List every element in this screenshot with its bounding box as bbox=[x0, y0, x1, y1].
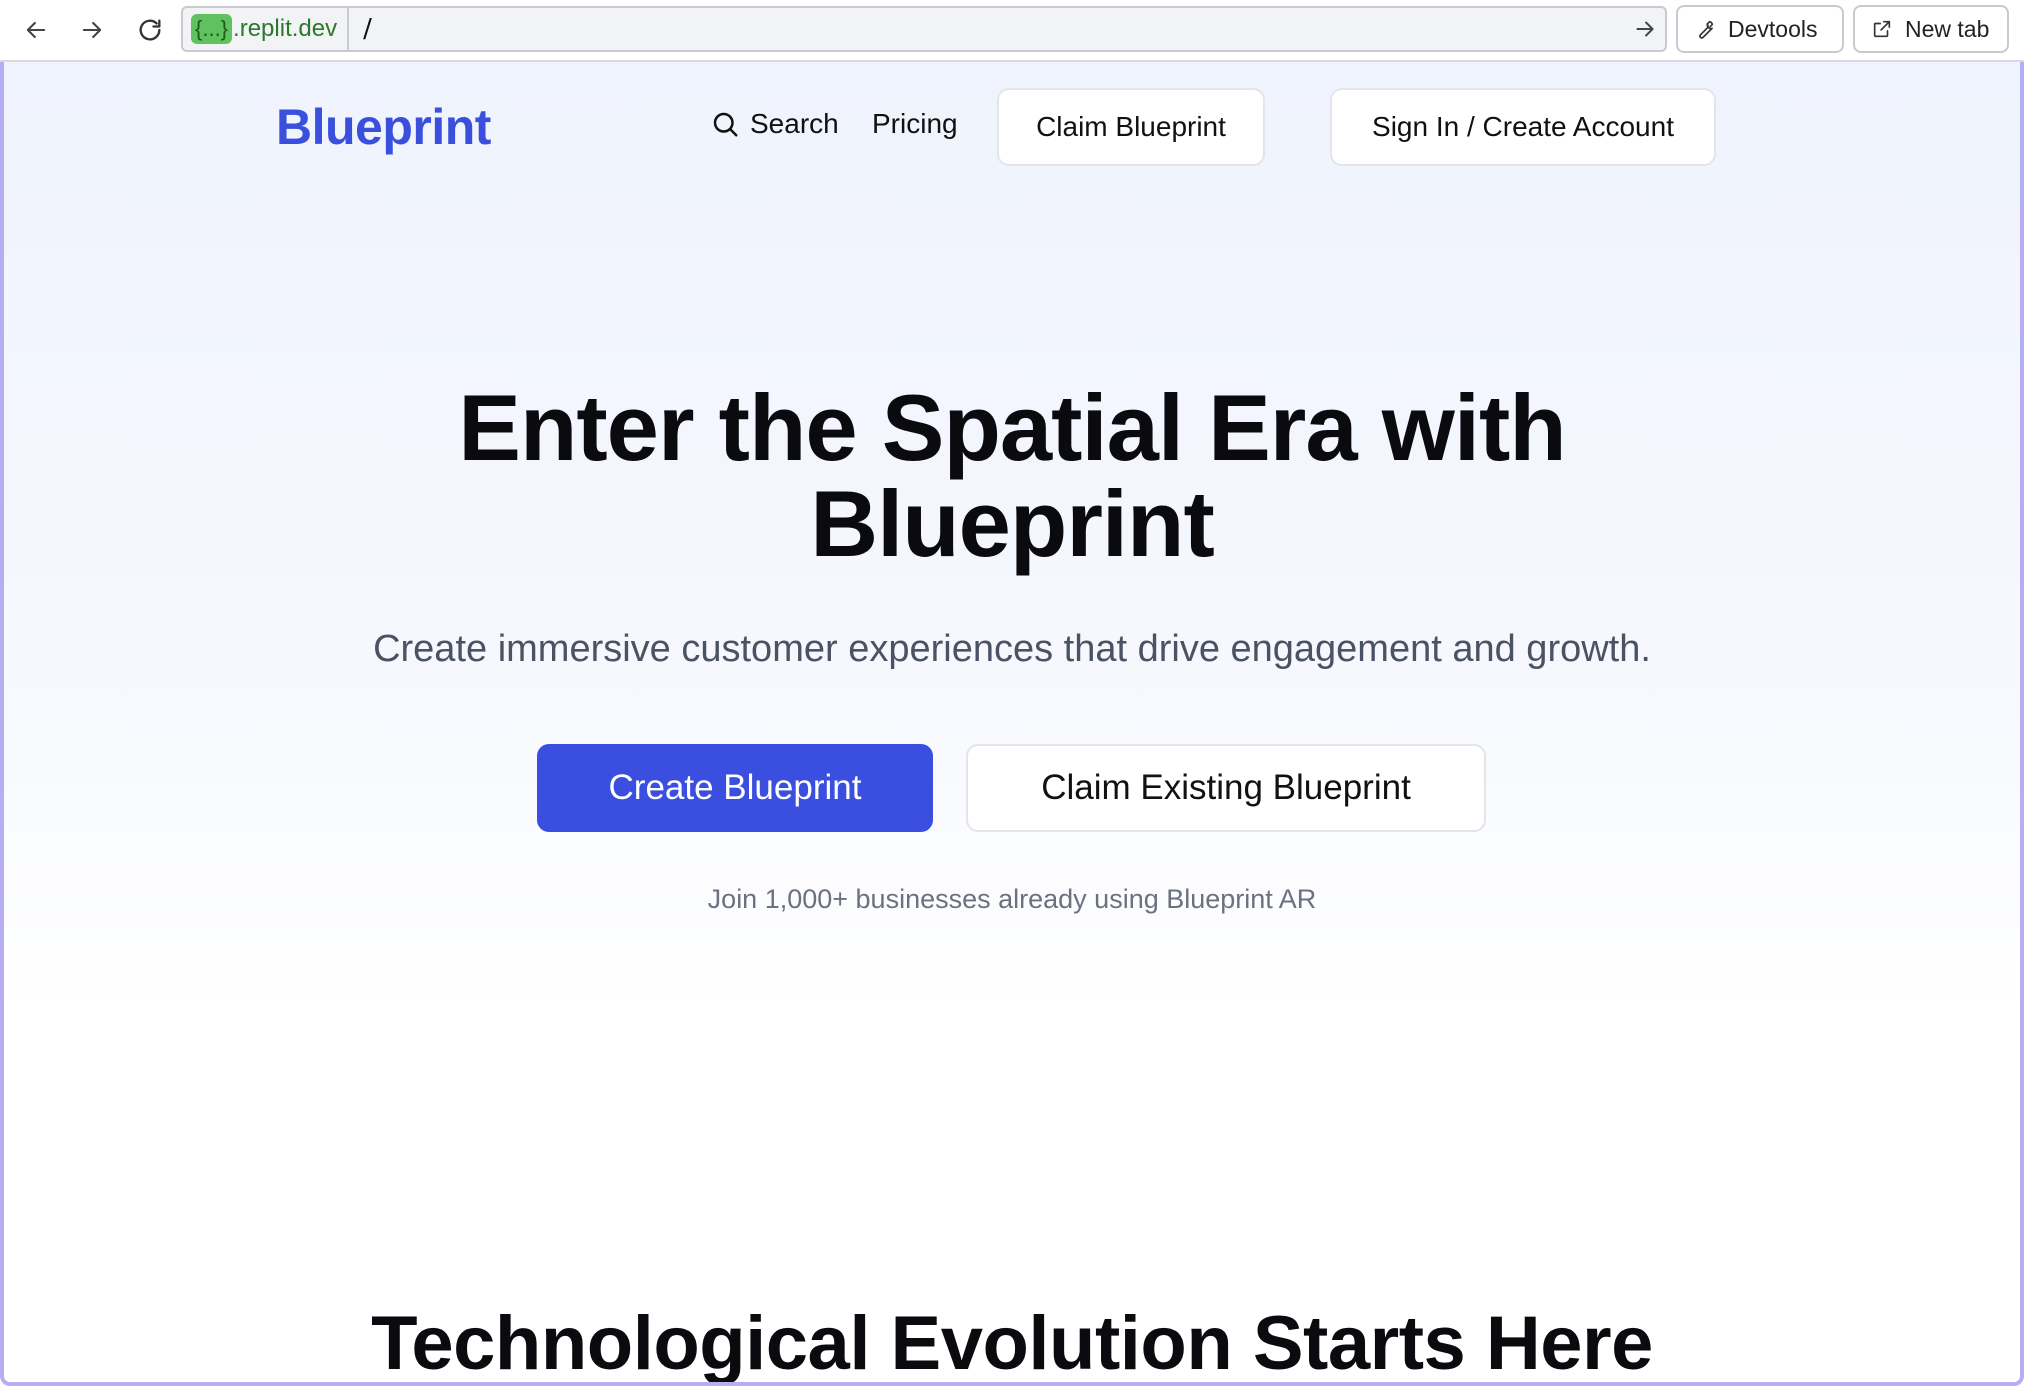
forward-arrow-icon bbox=[82, 21, 102, 39]
claim-blueprint-label: Claim Blueprint bbox=[1036, 111, 1226, 142]
url-path-input[interactable]: / bbox=[349, 14, 1625, 44]
search-icon bbox=[713, 112, 738, 137]
external-link-icon bbox=[1873, 20, 1891, 38]
claim-existing-blueprint-button[interactable]: Claim Existing Blueprint bbox=[966, 744, 1486, 832]
reload-button[interactable] bbox=[130, 10, 170, 50]
url-host: {...} .replit.dev bbox=[183, 8, 350, 50]
nav-pricing[interactable]: Pricing bbox=[872, 108, 958, 140]
new-tab-label: New tab bbox=[1905, 15, 1990, 42]
hero-title-line-2: Blueprint bbox=[810, 471, 1215, 576]
hero-subtitle: Create immersive customer experiences th… bbox=[373, 628, 1651, 670]
back-arrow-icon bbox=[26, 21, 46, 39]
browser-toolbar: {...} .replit.dev / Devtools New tab bbox=[0, 0, 2024, 62]
nav-search[interactable]: Search bbox=[710, 108, 839, 140]
logo[interactable]: Blueprint bbox=[276, 98, 491, 156]
url-host-pill: {...} bbox=[191, 14, 233, 44]
claim-existing-label: Claim Existing Blueprint bbox=[1041, 768, 1411, 807]
wrench-icon bbox=[1699, 20, 1714, 39]
devtools-label: Devtools bbox=[1728, 15, 1818, 42]
forward-button[interactable] bbox=[72, 10, 112, 50]
create-blueprint-label: Create Blueprint bbox=[608, 768, 862, 807]
social-proof-text: Join 1,000+ businesses already using Blu… bbox=[707, 884, 1317, 914]
devtools-button[interactable]: Devtools bbox=[1676, 5, 1844, 53]
nav-pricing-label: Pricing bbox=[872, 108, 958, 139]
sign-in-button[interactable]: Sign In / Create Account bbox=[1330, 88, 1716, 166]
back-button[interactable] bbox=[16, 10, 56, 50]
new-tab-button[interactable]: New tab bbox=[1853, 5, 2009, 53]
go-arrow-icon bbox=[1636, 21, 1654, 37]
hero-title: Enter the Spatial Era with Blueprint bbox=[4, 380, 2020, 572]
address-bar[interactable]: {...} .replit.dev / bbox=[181, 6, 1667, 52]
reload-icon bbox=[139, 19, 161, 41]
sign-in-label: Sign In / Create Account bbox=[1372, 111, 1674, 142]
claim-blueprint-button[interactable]: Claim Blueprint bbox=[997, 88, 1265, 166]
nav-search-label: Search bbox=[750, 108, 839, 139]
page-viewport: Blueprint Search Pricing Claim Blueprint… bbox=[0, 62, 2024, 1386]
section-title: Technological Evolution Starts Here bbox=[371, 1301, 1653, 1386]
go-button[interactable] bbox=[1625, 9, 1665, 49]
create-blueprint-button[interactable]: Create Blueprint bbox=[537, 744, 933, 832]
url-host-text: .replit.dev bbox=[233, 15, 338, 42]
hero-title-line-1: Enter the Spatial Era with bbox=[458, 375, 1566, 480]
